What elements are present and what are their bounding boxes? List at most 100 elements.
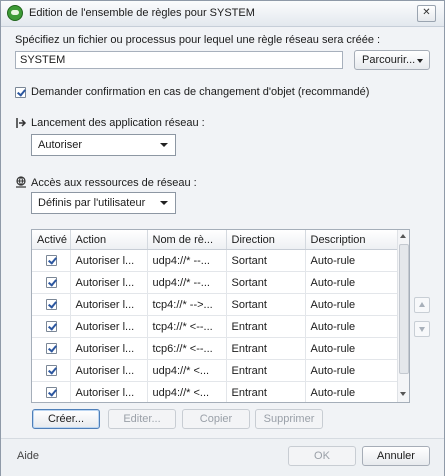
- table-header-row: Activé Action Nom de rè... Direction Des…: [32, 230, 399, 250]
- rule-name-cell: udp4://* --...: [147, 271, 227, 294]
- window-title: Edition de l'ensemble de règles pour SYS…: [29, 7, 255, 19]
- direction-cell: Sortant: [226, 293, 306, 316]
- rule-name-cell: udp4://* <...: [147, 381, 227, 402]
- globe-network-icon: [16, 176, 26, 188]
- confirm-checkbox[interactable]: [15, 87, 26, 98]
- checkmark-icon: [48, 299, 57, 309]
- direction-cell: Sortant: [226, 249, 306, 272]
- direction-cell: Entrant: [226, 315, 306, 338]
- checkmark-icon: [48, 277, 57, 287]
- direction-cell: Entrant: [226, 359, 306, 382]
- rule-enabled-checkbox[interactable]: [46, 365, 57, 376]
- column-header-description[interactable]: Description: [305, 230, 399, 250]
- action-cell: Autoriser l...: [70, 337, 148, 360]
- cancel-button[interactable]: Annuler: [362, 446, 430, 466]
- access-label: Accès aux ressources de réseau :: [31, 177, 197, 189]
- enabled-cell: [32, 337, 71, 360]
- confirm-label: Demander confirmation en cas de changeme…: [31, 86, 370, 98]
- description-cell: Auto-rule: [305, 315, 399, 338]
- browse-button[interactable]: Parcourir...: [354, 50, 430, 70]
- rule-enabled-checkbox[interactable]: [46, 321, 57, 332]
- network-arrows-icon: [16, 118, 27, 128]
- move-up-button[interactable]: [414, 297, 430, 313]
- table-row[interactable]: Autoriser l... tcp4://* -->... Sortant A…: [32, 293, 399, 316]
- chevron-down-icon: [160, 201, 168, 205]
- enabled-cell: [32, 293, 71, 316]
- copy-rule-button[interactable]: Copier: [182, 409, 250, 429]
- browse-button-label: Parcourir...: [362, 54, 416, 66]
- description-cell: Auto-rule: [305, 271, 399, 294]
- table-row[interactable]: Autoriser l... tcp6://* <--... Entrant A…: [32, 337, 399, 360]
- enabled-cell: [32, 315, 71, 338]
- ok-button[interactable]: OK: [288, 446, 356, 466]
- checkmark-icon: [48, 255, 57, 265]
- file-input[interactable]: SYSTEM: [15, 51, 343, 69]
- arrow-up-icon: [419, 302, 425, 307]
- column-header-direction[interactable]: Direction: [226, 230, 306, 250]
- table-row[interactable]: Autoriser l... udp4://* <... Entrant Aut…: [32, 381, 399, 402]
- direction-cell: Entrant: [226, 381, 306, 402]
- app-shield-icon: [7, 5, 23, 21]
- delete-rule-button[interactable]: Supprimer: [255, 409, 323, 429]
- rule-name-cell: udp4://* --...: [147, 249, 227, 272]
- rule-enabled-checkbox[interactable]: [46, 277, 57, 288]
- table-row[interactable]: Autoriser l... tcp4://* <--... Entrant A…: [32, 315, 399, 338]
- action-cell: Autoriser l...: [70, 293, 148, 316]
- access-select-value: Définis par l'utilisateur: [38, 197, 146, 209]
- chevron-down-icon: [417, 59, 423, 63]
- table-scrollbar[interactable]: [397, 230, 409, 402]
- launch-label: Lancement des application réseau :: [31, 117, 205, 129]
- checkmark-icon: [17, 87, 26, 97]
- action-cell: Autoriser l...: [70, 381, 148, 402]
- scroll-thumb[interactable]: [399, 244, 409, 374]
- action-cell: Autoriser l...: [70, 271, 148, 294]
- create-rule-button[interactable]: Créer...: [32, 409, 100, 429]
- description-cell: Auto-rule: [305, 293, 399, 316]
- edit-rule-button[interactable]: Editer...: [108, 409, 176, 429]
- checkmark-icon: [48, 387, 57, 397]
- checkmark-icon: [48, 365, 57, 375]
- rule-name-cell: tcp4://* -->...: [147, 293, 227, 316]
- column-header-rule-name[interactable]: Nom de rè...: [147, 230, 227, 250]
- rule-name-cell: tcp6://* <--...: [147, 337, 227, 360]
- help-link[interactable]: Aide: [17, 450, 39, 462]
- rule-enabled-checkbox[interactable]: [46, 255, 57, 266]
- rule-enabled-checkbox[interactable]: [46, 299, 57, 310]
- rules-table[interactable]: Activé Action Nom de rè... Direction Des…: [31, 229, 410, 403]
- scroll-down-icon[interactable]: [400, 392, 406, 396]
- table-row[interactable]: Autoriser l... udp4://* --... Sortant Au…: [32, 271, 399, 294]
- enabled-cell: [32, 271, 71, 294]
- column-header-action[interactable]: Action: [70, 230, 148, 250]
- rule-enabled-checkbox[interactable]: [46, 343, 57, 354]
- table-row[interactable]: Autoriser l... udp4://* <... Entrant Aut…: [32, 359, 399, 382]
- action-cell: Autoriser l...: [70, 249, 148, 272]
- launch-select[interactable]: Autoriser: [31, 134, 176, 156]
- rule-set-dialog: Edition de l'ensemble de règles pour SYS…: [0, 0, 445, 476]
- direction-cell: Entrant: [226, 337, 306, 360]
- description-cell: Auto-rule: [305, 337, 399, 360]
- close-button[interactable]: ✕: [417, 5, 436, 22]
- rule-name-cell: udp4://* <...: [147, 359, 227, 382]
- move-down-button[interactable]: [414, 321, 430, 337]
- arrow-down-icon: [419, 327, 425, 332]
- description-cell: Auto-rule: [305, 359, 399, 382]
- column-header-enabled[interactable]: Activé: [32, 230, 71, 250]
- checkmark-icon: [48, 321, 57, 331]
- description-cell: Auto-rule: [305, 249, 399, 272]
- chevron-down-icon: [160, 143, 168, 147]
- checkmark-icon: [48, 343, 57, 353]
- launch-select-value: Autoriser: [38, 139, 83, 151]
- rule-name-cell: tcp4://* <--...: [147, 315, 227, 338]
- enabled-cell: [32, 381, 71, 402]
- description-cell: Auto-rule: [305, 381, 399, 402]
- enabled-cell: [32, 359, 71, 382]
- direction-cell: Sortant: [226, 271, 306, 294]
- access-select[interactable]: Définis par l'utilisateur: [31, 192, 176, 214]
- table-row[interactable]: Autoriser l... udp4://* --... Sortant Au…: [32, 249, 399, 272]
- scroll-up-icon[interactable]: [400, 234, 406, 238]
- rule-enabled-checkbox[interactable]: [46, 387, 57, 398]
- dialog-footer: Aide OK Annuler: [1, 438, 444, 476]
- title-bar: Edition de l'ensemble de règles pour SYS…: [1, 1, 444, 27]
- file-label: Spécifiez un fichier ou processus pour l…: [15, 34, 381, 46]
- enabled-cell: [32, 249, 71, 272]
